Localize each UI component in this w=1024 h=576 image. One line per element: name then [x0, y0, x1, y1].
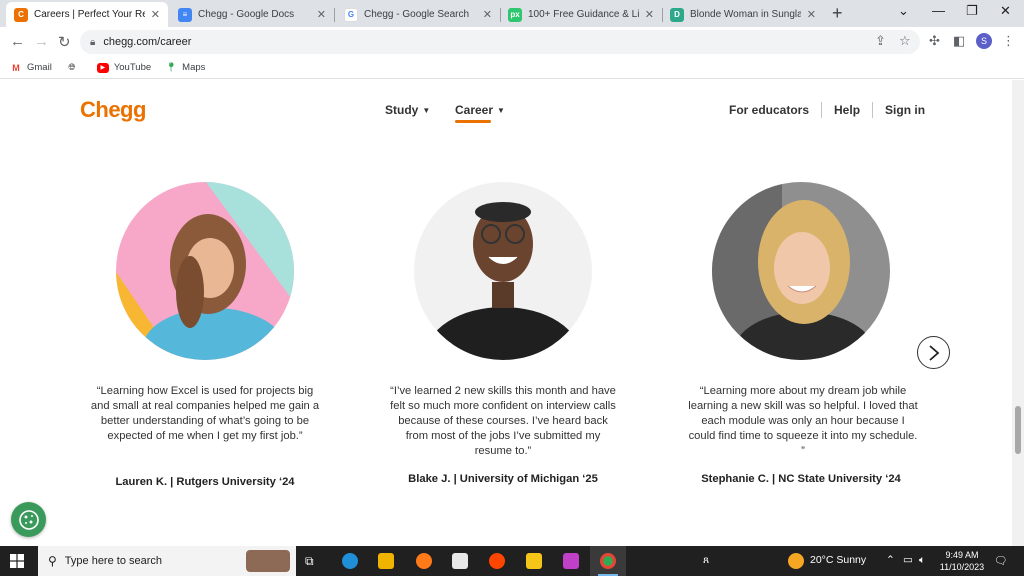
- active-nav-indicator: [455, 120, 491, 123]
- show-hidden-icons[interactable]: ⌃: [886, 554, 895, 566]
- battery-icon[interactable]: ▭: [903, 554, 913, 566]
- bookmark-star-icon[interactable]: ☆: [899, 33, 911, 49]
- close-tab-icon[interactable]: ✕: [807, 8, 816, 21]
- cookie-icon: [18, 509, 39, 530]
- bookmark-youtube[interactable]: ▶ YouTube: [96, 62, 151, 73]
- nav-career[interactable]: Career ▼: [455, 103, 505, 117]
- testimonial-author-blake: Blake J. | University of Michigan ‘25: [408, 473, 598, 485]
- scrollbar-thumb[interactable]: [1015, 406, 1021, 454]
- restore-button[interactable]: ❐: [966, 3, 978, 19]
- nav-study[interactable]: Study ▼: [385, 103, 430, 117]
- search-highlight-image: [246, 550, 290, 572]
- file-explorer-icon[interactable]: [526, 553, 542, 569]
- reddit-icon[interactable]: [489, 553, 505, 569]
- store-icon[interactable]: [378, 553, 394, 569]
- profile-avatar[interactable]: S: [976, 33, 992, 49]
- testimonial-photo-blake: [414, 182, 592, 360]
- weather-text[interactable]: 20°C Sunny: [810, 554, 866, 566]
- browser-toolbar: ← → ↻ 🔒︎ chegg.com/career ⇪ ☆ ✣ ◧ ⋮: [0, 27, 1024, 57]
- new-tab-button[interactable]: +: [832, 3, 843, 24]
- tab-pixabay[interactable]: px 100+ Free Guidance & Light ✕: [500, 2, 663, 27]
- youtube-icon: ▶: [96, 62, 109, 73]
- tab-strip: C Careers | Perfect Your Resume ✕ ≡ Cheg…: [0, 0, 1024, 27]
- testimonial-author-stephanie: Stephanie C. | NC State University ‘24: [701, 473, 901, 485]
- menu-icon[interactable]: ⋮: [1002, 33, 1015, 49]
- close-tab-icon[interactable]: ✕: [151, 8, 160, 21]
- close-tab-icon[interactable]: ✕: [317, 8, 326, 21]
- back-button[interactable]: ←: [10, 33, 25, 50]
- gmail-icon: M: [12, 62, 20, 73]
- taskbar-clock[interactable]: 9:49 AM 11/10/2023: [934, 549, 990, 573]
- tab-blonde-woman[interactable]: D Blonde Woman in Sunglasses ✕: [662, 2, 824, 27]
- close-tab-icon[interactable]: ✕: [645, 8, 654, 21]
- windows-taskbar: ⚲ Type here to search ⧉ ጸ 20°C Sunny ⌃ ▭…: [0, 546, 1024, 576]
- testimonial-author-lauren: Lauren K. | Rutgers University ‘24: [115, 476, 295, 488]
- chevron-right-icon: [928, 344, 939, 361]
- task-view-icon[interactable]: ⧉: [305, 554, 314, 569]
- volume-icon[interactable]: 🔈︎: [919, 554, 925, 567]
- page-scrollbar[interactable]: [1012, 80, 1024, 546]
- pixabay-icon: px: [508, 7, 522, 22]
- notifications-icon[interactable]: 🗨︎: [994, 554, 1007, 567]
- tab-search-icon[interactable]: ⌄: [898, 3, 909, 19]
- page-viewport: Chegg Study ▼ Career ▼ For educators Hel…: [0, 80, 1012, 546]
- windows-start-icon[interactable]: [10, 554, 24, 568]
- extensions-icon[interactable]: ✣: [929, 33, 940, 49]
- for-educators-link[interactable]: For educators: [729, 103, 809, 117]
- docs-icon: ≡: [178, 7, 192, 22]
- share-icon[interactable]: ⇪: [875, 33, 886, 49]
- tab-google-docs[interactable]: ≡ Chegg - Google Docs ✕: [170, 2, 335, 27]
- chegg-icon: C: [14, 7, 28, 22]
- close-window-button[interactable]: ✕: [1000, 3, 1011, 19]
- side-panel-icon[interactable]: ◧: [953, 33, 965, 49]
- testimonial-quote-blake: “I’ve learned 2 new skills this month an…: [390, 385, 616, 457]
- cookie-settings-button[interactable]: [11, 502, 46, 537]
- forward-button[interactable]: →: [34, 33, 49, 50]
- edge-icon[interactable]: [342, 553, 358, 569]
- close-tab-icon[interactable]: ✕: [483, 8, 492, 21]
- globe-icon: 🌐︎: [68, 62, 76, 72]
- address-bar[interactable]: 🔒︎ chegg.com/career: [80, 30, 920, 54]
- chrome-icon: [600, 553, 616, 569]
- google-icon: G: [344, 7, 358, 22]
- testimonial-photo-lauren: [116, 182, 294, 360]
- search-icon: ⚲: [48, 554, 57, 568]
- chrome-taskbar-button[interactable]: [590, 546, 626, 576]
- chevron-down-icon: ▼: [422, 105, 431, 115]
- chevron-down-icon: ▼: [497, 105, 505, 115]
- bookmark-globe[interactable]: 🌐︎: [66, 62, 83, 73]
- header-links: For educators Help Sign in: [729, 102, 925, 118]
- tab-chegg-careers[interactable]: C Careers | Perfect Your Resume ✕: [6, 2, 168, 27]
- people-icon[interactable]: ጸ: [703, 554, 709, 567]
- maps-icon: 📍︎: [165, 62, 177, 72]
- tab-google-search[interactable]: G Chegg - Google Search ✕: [336, 2, 501, 27]
- help-link[interactable]: Help: [834, 103, 860, 117]
- testimonial-quote-stephanie: “Learning more about my dream job while …: [688, 385, 918, 457]
- testimonial-quote-lauren: “Learning how Excel is used for projects…: [90, 385, 320, 442]
- url-text: chegg.com/career: [103, 36, 192, 48]
- mail-icon[interactable]: [452, 553, 468, 569]
- bookmarks-bar: M Gmail 🌐︎ ▶ YouTube 📍︎ Maps: [0, 57, 1024, 79]
- carousel-next-button[interactable]: [917, 336, 950, 369]
- sign-in-link[interactable]: Sign in: [885, 103, 925, 117]
- minimize-button[interactable]: —: [932, 3, 945, 18]
- chegg-logo[interactable]: Chegg: [80, 97, 146, 123]
- app-icon[interactable]: [563, 553, 579, 569]
- firefox-icon[interactable]: [416, 553, 432, 569]
- reload-button[interactable]: ↻: [58, 33, 71, 51]
- image-icon: D: [670, 7, 684, 22]
- testimonial-photo-stephanie: [712, 182, 890, 360]
- lock-icon: 🔒︎: [90, 36, 96, 48]
- bookmark-gmail[interactable]: M Gmail: [10, 62, 52, 73]
- bookmark-maps[interactable]: 📍︎ Maps: [165, 62, 205, 73]
- sun-icon: [788, 553, 804, 569]
